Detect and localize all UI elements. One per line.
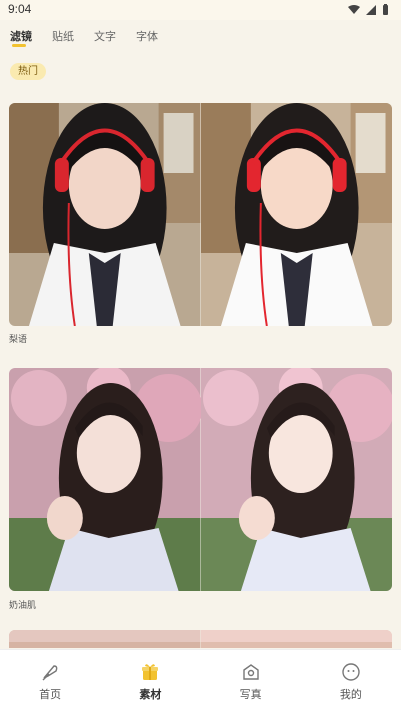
status-time: 9:04 [8, 2, 32, 16]
tab-label: 滤镜 [10, 30, 32, 43]
bottom-navigation: 首页 素材 写真 我的 [0, 649, 401, 713]
filter-preview-original [9, 630, 201, 648]
battery-icon [383, 4, 388, 15]
status-bar: 9:04 [0, 0, 401, 20]
filter-card[interactable] [9, 630, 392, 648]
nav-portrait[interactable]: 写真 [201, 650, 301, 713]
gift-icon [142, 664, 159, 680]
nav-label: 首页 [39, 688, 62, 701]
tab-sticker[interactable]: 贴纸 [52, 22, 74, 52]
smile-icon [342, 663, 360, 681]
filter-preview-applied [200, 630, 392, 648]
nav-label: 素材 [139, 688, 162, 701]
tab-filter[interactable]: 滤镜 [10, 22, 32, 52]
filter-preview-original [9, 368, 201, 591]
category-tabs: 滤镜 贴纸 文字 字体 [0, 22, 401, 52]
filter-name: 奶油肌 [9, 601, 37, 611]
tab-active-indicator [12, 44, 26, 47]
nav-materials[interactable]: 素材 [100, 650, 200, 713]
filter-preview-original [9, 103, 201, 326]
signal-icon [366, 4, 376, 15]
nav-profile[interactable]: 我的 [301, 650, 401, 713]
filter-card[interactable] [9, 368, 392, 591]
filter-preview-applied [200, 368, 392, 591]
nav-label: 写真 [239, 688, 262, 701]
popular-chip[interactable]: 热门 [10, 63, 46, 80]
filter-card[interactable] [9, 103, 392, 326]
tab-label: 文字 [94, 30, 116, 43]
tab-text[interactable]: 文字 [94, 22, 116, 52]
photo-icon [242, 664, 259, 680]
filter-preview-applied [200, 103, 392, 326]
nav-label: 我的 [339, 688, 362, 701]
filter-name: 梨语 [9, 335, 28, 345]
tab-label: 贴纸 [52, 30, 74, 43]
filter-list[interactable]: 梨语 奶油肌 [0, 88, 401, 648]
feather-icon [42, 665, 58, 681]
nav-home[interactable]: 首页 [0, 650, 100, 713]
tab-label: 字体 [136, 30, 158, 43]
tab-font[interactable]: 字体 [136, 22, 158, 52]
wifi-icon [348, 4, 360, 14]
status-icons [348, 4, 389, 15]
